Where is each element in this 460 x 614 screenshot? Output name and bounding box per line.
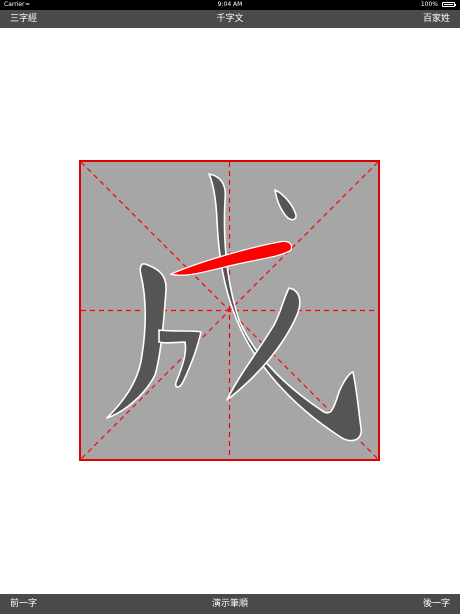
navigation-bar: 三字經 千字文 百家姓 [0, 10, 460, 28]
battery-percent: 100% [420, 1, 438, 8]
bottom-toolbar: 前一字 演示筆順 後一字 [0, 594, 460, 614]
character-practice-grid [79, 160, 380, 461]
nav-left-button[interactable]: 三字經 [10, 10, 37, 28]
demo-stroke-order-button[interactable]: 演示筆順 [212, 599, 248, 609]
status-bar: Carrier ≈ 9:04 AM 100% [0, 0, 460, 10]
battery-icon [442, 2, 456, 7]
character-canvas [79, 160, 380, 461]
next-character-button[interactable]: 後一字 [423, 594, 450, 614]
nav-right-button[interactable]: 百家姓 [423, 10, 450, 28]
nav-title: 千字文 [216, 14, 244, 24]
status-time: 9:04 AM [217, 1, 243, 8]
